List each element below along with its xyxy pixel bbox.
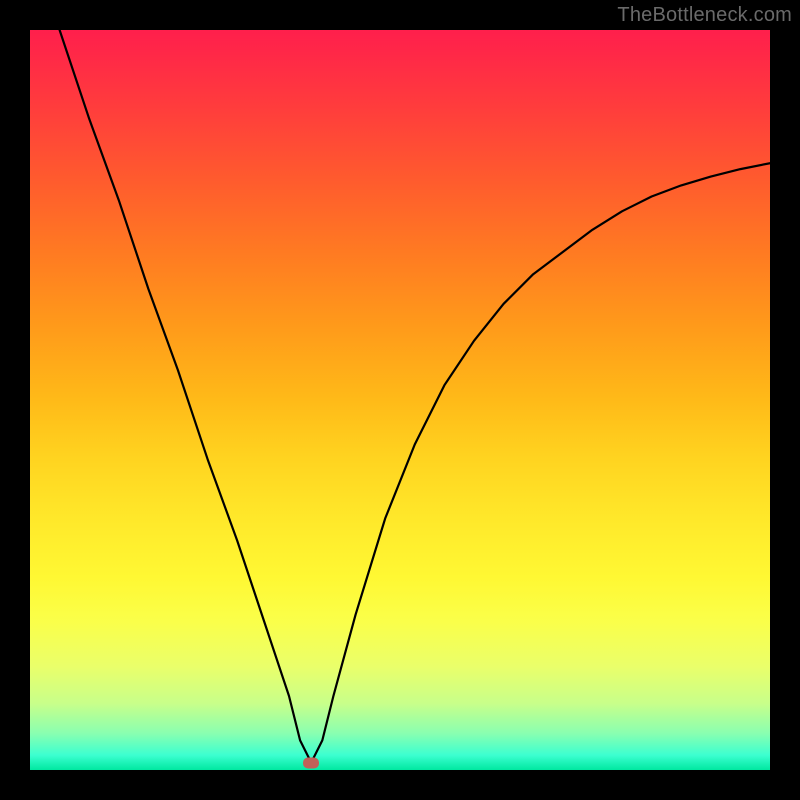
- bottleneck-minimum-marker: [303, 757, 319, 768]
- watermark-text: TheBottleneck.com: [617, 4, 792, 27]
- plot-area: [30, 30, 770, 770]
- bottleneck-curve: [30, 30, 770, 770]
- chart-frame: TheBottleneck.com: [0, 0, 800, 800]
